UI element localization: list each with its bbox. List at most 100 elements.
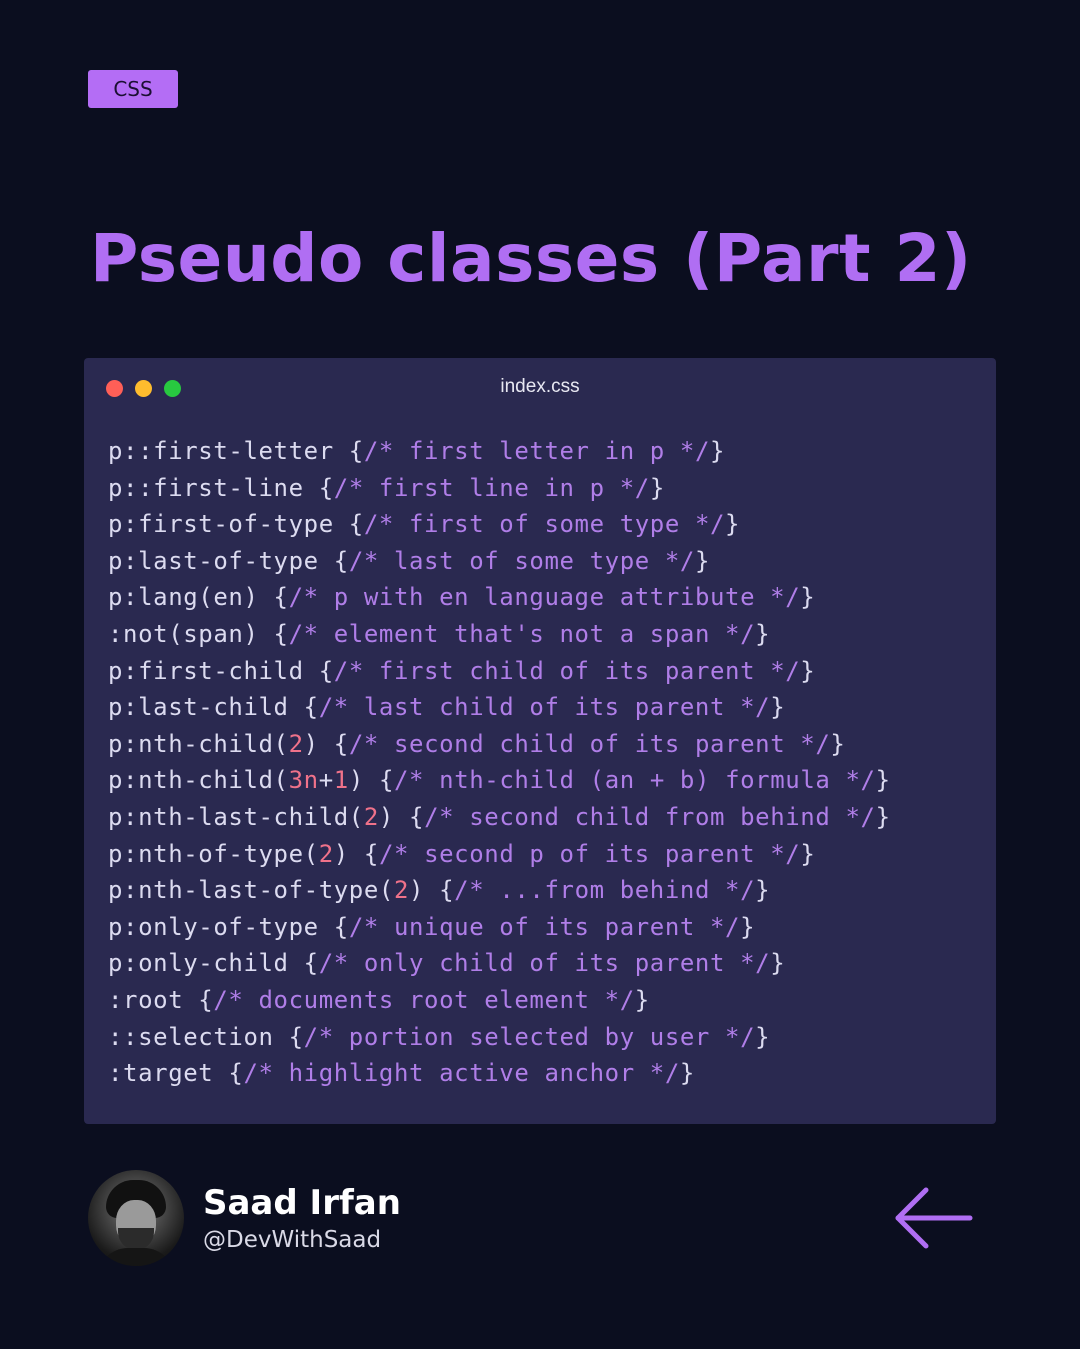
arrow-left-icon[interactable] (892, 1185, 974, 1251)
code-brace: { (303, 693, 319, 722)
code-brace: } (694, 546, 711, 575)
code-brace: } (875, 802, 891, 831)
code-brace: { (333, 546, 349, 575)
code-line: :root {/* documents root element */} (108, 982, 891, 1019)
code-brace: { (288, 1022, 304, 1051)
code-number: 2 (318, 839, 334, 868)
code-selector: p:nth-last-of-type( (108, 876, 394, 905)
code-line: p:first-of-type {/* first of some type *… (108, 506, 891, 543)
code-brace: { (228, 1059, 244, 1088)
avatar (88, 1170, 184, 1266)
code-brace: } (800, 656, 816, 685)
code-line: :target {/* highlight active anchor */} (108, 1055, 891, 1092)
code-line: p:lang(en) {/* p with en language attrib… (108, 579, 891, 616)
code-comment: /* second p of its parent */ (378, 839, 801, 868)
code-line: p::first-letter {/* first letter in p */… (108, 433, 891, 470)
code-selector: p:first-of-type (108, 510, 349, 539)
code-block: p::first-letter { /* first letter in p */… (108, 433, 891, 1092)
code-brace: { (303, 949, 319, 978)
code-selector: p::first-line (108, 473, 319, 502)
code-window: index.css p::first-letter { /* first lett… (84, 358, 996, 1124)
code-selector: p:nth-child( (108, 729, 289, 758)
code-number: 2 (393, 876, 409, 905)
code-brace: } (830, 729, 846, 758)
category-tag: CSS (88, 70, 178, 108)
code-number: 2 (363, 802, 379, 831)
code-comment: /* only child of its parent */ (318, 949, 771, 978)
code-selector: ) (303, 729, 334, 758)
code-selector: ) (333, 839, 364, 868)
code-line: p:nth-last-child(2) {/* second child fro… (108, 799, 891, 836)
code-brace: } (875, 766, 891, 795)
code-line: p:last-child {/* last child of its paren… (108, 689, 891, 726)
code-brace: } (725, 510, 741, 539)
code-comment: /* last of some type */ (348, 546, 695, 575)
code-selector: p:last-of-type (108, 546, 334, 575)
code-brace: { (409, 802, 425, 831)
code-selector: + (318, 766, 334, 795)
code-brace: { (333, 912, 349, 941)
code-brace: { (333, 729, 349, 758)
code-comment: /* nth-child (an + b) formula */ (394, 766, 876, 795)
code-brace: } (770, 693, 786, 722)
author-name: Saad Irfan (203, 1183, 401, 1223)
code-line: p:last-of-type {/* last of some type */} (108, 543, 891, 580)
code-brace: } (740, 912, 756, 941)
code-brace: } (800, 839, 816, 868)
code-comment: /* p with en language attribute */ (288, 583, 801, 612)
code-comment: /* element that's not a span */ (288, 619, 756, 648)
code-brace: } (800, 583, 816, 612)
code-brace: { (439, 876, 455, 905)
code-comment: /* last child of its parent */ (318, 693, 771, 722)
code-brace: } (755, 1022, 771, 1051)
code-selector: p:only-child (108, 949, 304, 978)
code-brace: } (634, 985, 650, 1014)
page-title: Pseudo classes (Part 2) (90, 220, 972, 297)
code-comment: /* first child of its parent */ (333, 656, 801, 685)
code-selector: p:nth-last-child( (108, 802, 364, 831)
code-line: p:only-child {/* only child of its paren… (108, 945, 891, 982)
code-selector: p:nth-child( (108, 766, 289, 795)
code-selector: ) (378, 802, 410, 831)
code-selector: p:only-of-type (108, 912, 334, 941)
code-comment: /* ...from behind */ (454, 876, 756, 905)
code-line: p::first-line {/* first line in p */} (108, 470, 891, 507)
code-brace: { (273, 619, 289, 648)
code-brace: } (679, 1059, 695, 1088)
code-brace: } (770, 949, 786, 978)
code-selector: :target (108, 1059, 229, 1088)
code-selector: p:nth-of-type( (108, 839, 319, 868)
author-handle: @DevWithSaad (203, 1227, 382, 1253)
code-brace: } (755, 619, 771, 648)
code-brace: { (198, 985, 214, 1014)
code-line: :not(span) {/* element that's not a span… (108, 616, 891, 653)
code-selector: ::selection (108, 1022, 289, 1051)
code-line: p:nth-of-type(2) {/* second p of its par… (108, 836, 891, 873)
code-selector: p:last-child (108, 693, 304, 722)
code-comment: /* first of some type */ (363, 510, 726, 539)
code-comment: /* documents root element */ (213, 985, 635, 1014)
code-comment: /* first line in p */ (333, 473, 650, 502)
code-selector: p::first-letter (108, 437, 349, 465)
code-line: p:nth-child(2) {/* second child of its p… (108, 726, 891, 763)
code-line: p:nth-child(3n+1) {/* nth-child (an + b)… (108, 762, 891, 799)
code-number: 3n (288, 766, 319, 795)
code-line: ::selection {/* portion selected by user… (108, 1019, 891, 1056)
code-line: p:only-of-type {/* unique of its parent … (108, 909, 891, 946)
code-brace: { (348, 510, 364, 539)
code-selector: :root (108, 985, 199, 1014)
code-brace: { (363, 839, 379, 868)
code-brace: } (755, 876, 771, 905)
code-comment: /* first letter in p */ (363, 437, 710, 465)
code-comment: /* second child from behind */ (424, 802, 876, 831)
code-selector: p:first-child (108, 656, 319, 685)
code-brace: { (318, 656, 334, 685)
code-comment: /* unique of its parent */ (348, 912, 741, 941)
window-filename: index.css (500, 376, 580, 397)
code-comment: /* portion selected by user */ (303, 1022, 756, 1051)
code-brace: { (318, 473, 334, 502)
code-brace: } (710, 437, 726, 465)
code-selector: :not(span) (108, 619, 274, 648)
code-comment: /* highlight active anchor */ (243, 1059, 680, 1088)
code-selector: ) (409, 876, 440, 905)
